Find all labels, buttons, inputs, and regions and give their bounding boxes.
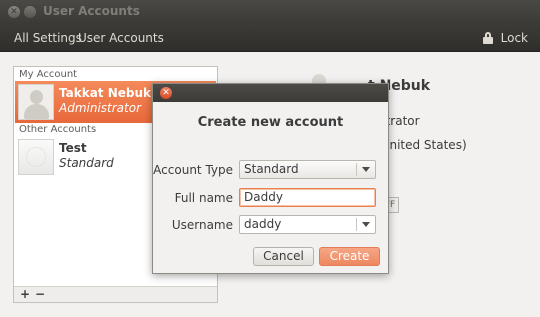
username-label: Username	[171, 218, 233, 232]
chevron-down-icon[interactable]	[362, 222, 370, 227]
create-button[interactable]: Create	[319, 247, 380, 266]
my-account-header: My Account	[19, 69, 78, 80]
account-role: Administrator	[59, 101, 142, 115]
window-minimize-icon[interactable]	[24, 6, 36, 18]
settings-toolbar: All Settings User Accounts Lock	[0, 24, 540, 52]
lock-button[interactable]: Lock	[482, 29, 528, 47]
chevron-down-icon	[362, 167, 370, 172]
detail-language[interactable]: (United States)	[376, 138, 467, 152]
full-name-label: Full name	[174, 191, 233, 205]
account-role: Standard	[59, 156, 114, 170]
account-type-label: Account Type	[153, 163, 233, 177]
window-close-icon[interactable]: ✕	[8, 6, 20, 18]
full-name-value: Daddy	[244, 190, 283, 204]
full-name-field[interactable]: Daddy	[239, 188, 376, 207]
create-account-dialog: ✕ Create new account Account Type Standa…	[152, 83, 389, 274]
account-type-select[interactable]: Standard	[239, 160, 376, 179]
username-combo[interactable]: daddy	[239, 215, 376, 234]
window-titlebar: ✕ User Accounts	[0, 0, 540, 24]
lock-label: Lock	[500, 31, 528, 45]
account-list-toolbar: + −	[14, 286, 217, 302]
other-accounts-header: Other Accounts	[19, 124, 97, 135]
remove-account-button[interactable]: −	[34, 288, 46, 300]
window-title: User Accounts	[43, 4, 140, 18]
add-account-button[interactable]: +	[19, 288, 31, 300]
lock-icon	[482, 32, 493, 44]
account-name: Test	[59, 141, 87, 155]
avatar	[18, 84, 54, 120]
all-settings-button[interactable]: All Settings	[14, 31, 82, 45]
dialog-titlebar: ✕	[153, 84, 388, 102]
breadcrumb-user-accounts[interactable]: User Accounts	[78, 31, 164, 45]
account-name: Takkat Nebuk	[59, 86, 152, 100]
dialog-title: Create new account	[197, 115, 344, 130]
account-type-value: Standard	[244, 162, 299, 176]
username-value: daddy	[244, 217, 282, 231]
dialog-close-icon[interactable]: ✕	[160, 87, 172, 99]
avatar	[18, 139, 54, 175]
cancel-button[interactable]: Cancel	[253, 247, 314, 266]
